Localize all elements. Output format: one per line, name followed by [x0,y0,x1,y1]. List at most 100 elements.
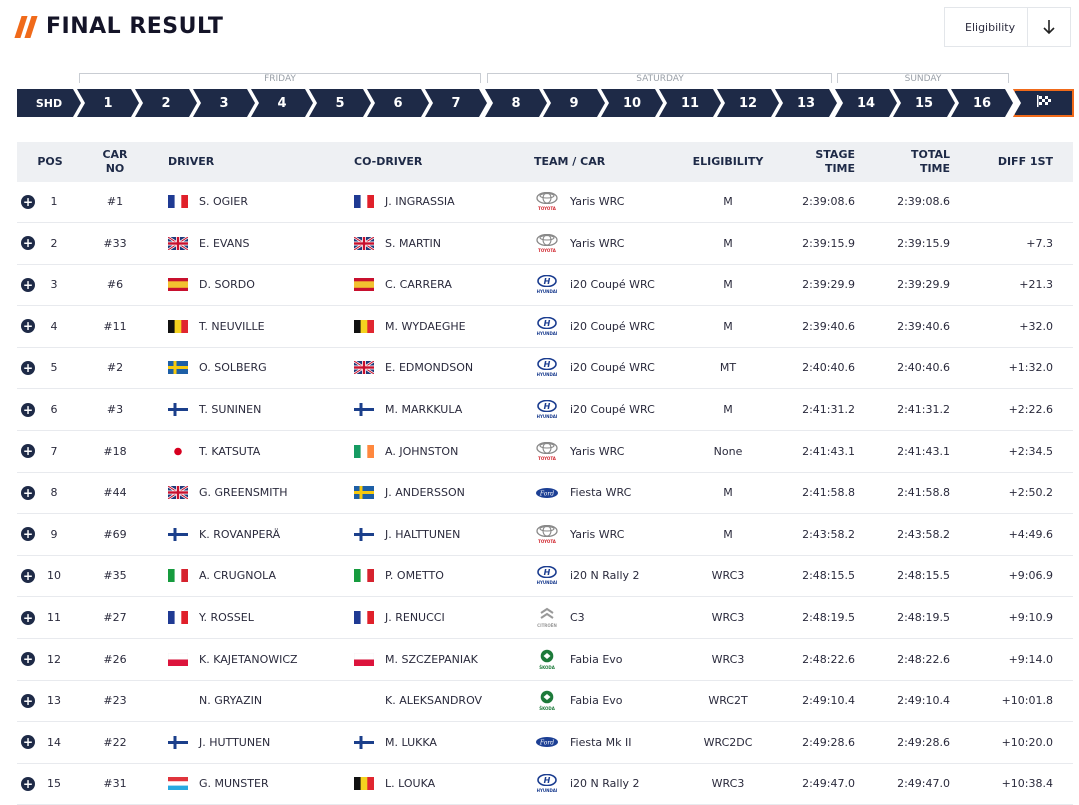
driver-cell[interactable]: D. SORDO [168,264,348,305]
co-driver-name[interactable]: L. LOUKA [385,777,435,790]
expand-row-button[interactable]: + [21,639,35,680]
driver-cell[interactable]: K. KAJETANOWICZ [167,639,348,680]
driver-name[interactable]: G. MUNSTER [199,777,269,790]
stage-tab-8[interactable]: 8 [485,89,547,117]
plus-icon[interactable]: + [21,693,35,708]
driver-name[interactable]: T. NEUVILLE [199,320,265,333]
plus-icon[interactable]: + [21,610,35,625]
co-driver-cell[interactable]: E. EDMONDSON [353,347,529,388]
stage-tab-2[interactable]: 2 [135,89,197,117]
co-driver-name[interactable]: S. MARTIN [385,237,441,250]
co-driver-cell[interactable]: C. CARRERA [354,264,529,305]
expand-row-button[interactable]: + [21,680,35,721]
driver-name[interactable]: J. HUTTUNEN [199,736,270,749]
plus-icon[interactable]: + [21,735,35,750]
co-driver-name[interactable]: C. CARRERA [385,278,452,291]
expand-row-button[interactable]: + [21,264,35,305]
driver-name[interactable]: T. KATSUTA [199,445,260,458]
stage-tab-15[interactable]: 15 [893,89,955,117]
plus-icon[interactable]: + [21,652,35,667]
driver-cell[interactable]: S. OGIER [168,181,348,222]
expand-row-button[interactable]: + [21,389,35,430]
co-driver-cell[interactable]: S. MARTIN [353,223,529,264]
driver-cell[interactable]: O. SOLBERG [168,347,348,388]
driver-name[interactable]: T. SUNINEN [199,403,261,416]
driver-name[interactable]: N. GRYAZIN [199,694,262,707]
stage-tab-13[interactable]: 13 [775,89,837,117]
driver-cell[interactable]: G. MUNSTER [168,763,348,804]
plus-icon[interactable]: + [21,776,35,791]
co-driver-cell[interactable]: J. RENUCCI [354,597,529,638]
co-driver-cell[interactable]: A. JOHNSTON [354,431,529,472]
driver-name[interactable]: G. GREENSMITH [199,486,288,499]
driver-cell[interactable]: N. GRYAZIN [168,680,348,721]
driver-cell[interactable]: T. SUNINEN [168,389,348,430]
stage-tab-1[interactable]: 1 [77,89,139,117]
expand-row-button[interactable]: + [21,472,35,513]
driver-cell[interactable]: T. KATSUTA [168,431,348,472]
eligibility-sort-button[interactable]: Eligibility [944,7,1071,47]
co-driver-name[interactable]: P. OMETTO [385,569,444,582]
co-driver-cell[interactable]: M. MARKKULA [354,389,529,430]
co-driver-cell[interactable]: J. ANDERSSON [354,472,529,513]
co-driver-cell[interactable]: M. LUKKA [354,722,529,763]
stage-tab-3[interactable]: 3 [193,89,255,117]
co-driver-name[interactable]: M. LUKKA [385,736,437,749]
expand-row-button[interactable]: + [21,306,35,347]
expand-row-button[interactable]: + [21,514,35,555]
stage-tab-shd[interactable]: SHD [17,89,81,117]
plus-icon[interactable]: + [21,568,35,583]
expand-row-button[interactable]: + [21,763,35,804]
plus-icon[interactable]: + [21,444,35,459]
driver-name[interactable]: O. SOLBERG [199,361,267,374]
co-driver-name[interactable]: J. RENUCCI [385,611,445,624]
arrow-down-icon[interactable] [1027,8,1070,46]
driver-name[interactable]: Y. ROSSEL [199,611,254,624]
stage-tab-14[interactable]: 14 [835,89,897,117]
co-driver-name[interactable]: J. HALTTUNEN [385,528,460,541]
co-driver-cell[interactable]: M. SZCZEPANIAK [353,639,529,680]
driver-cell[interactable]: G. GREENSMITH [167,472,348,513]
stage-tab-11[interactable]: 11 [659,89,721,117]
plus-icon[interactable]: + [21,277,35,292]
driver-name[interactable]: K. ROVANPERÄ [199,528,280,541]
plus-icon[interactable]: + [21,527,35,542]
expand-row-button[interactable]: + [21,181,35,222]
co-driver-cell[interactable]: L. LOUKA [354,763,529,804]
plus-icon[interactable]: + [21,485,35,500]
driver-name[interactable]: E. EVANS [199,237,249,250]
stage-tab-16[interactable]: 16 [951,89,1013,117]
co-driver-name[interactable]: K. ALEKSANDROV [385,694,482,707]
driver-name[interactable]: D. SORDO [199,278,255,291]
driver-cell[interactable]: T. NEUVILLE [168,306,348,347]
stage-tab-10[interactable]: 10 [601,89,663,117]
plus-icon[interactable]: + [21,236,35,251]
stage-tab-7[interactable]: 7 [425,89,487,117]
driver-name[interactable]: S. OGIER [199,195,248,208]
co-driver-name[interactable]: A. JOHNSTON [385,445,458,458]
co-driver-name[interactable]: E. EDMONDSON [385,361,473,374]
co-driver-name[interactable]: J. ANDERSSON [385,486,465,499]
co-driver-cell[interactable]: J. INGRASSIA [354,181,529,222]
driver-cell[interactable]: J. HUTTUNEN [168,722,348,763]
co-driver-name[interactable]: M. SZCZEPANIAK [385,653,478,666]
driver-cell[interactable]: E. EVANS [167,223,348,264]
driver-cell[interactable]: Y. ROSSEL [168,597,348,638]
stage-tab-final[interactable] [1013,89,1074,117]
driver-name[interactable]: K. KAJETANOWICZ [199,653,298,666]
stage-tab-4[interactable]: 4 [251,89,313,117]
driver-cell[interactable]: A. CRUGNOLA [168,555,348,596]
stage-tab-12[interactable]: 12 [717,89,779,117]
driver-cell[interactable]: K. ROVANPERÄ [168,514,348,555]
plus-icon[interactable]: + [21,319,35,334]
co-driver-name[interactable]: J. INGRASSIA [385,195,455,208]
expand-row-button[interactable]: + [21,223,35,264]
plus-icon[interactable]: + [21,194,35,209]
expand-row-button[interactable]: + [21,347,35,388]
co-driver-cell[interactable]: K. ALEKSANDROV [354,680,529,721]
co-driver-cell[interactable]: J. HALTTUNEN [354,514,529,555]
plus-icon[interactable]: + [21,360,35,375]
expand-row-button[interactable]: + [21,722,35,763]
stage-tab-9[interactable]: 9 [543,89,605,117]
expand-row-button[interactable]: + [21,555,35,596]
